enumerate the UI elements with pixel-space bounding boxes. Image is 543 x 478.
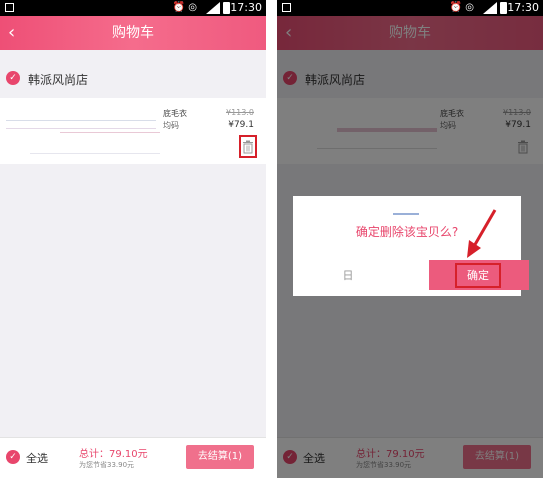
status-icons: ⏰◎ — [172, 2, 200, 13]
checkout-button[interactable]: 去结算(1) — [463, 445, 531, 469]
delete-button[interactable] — [239, 135, 257, 158]
select-all-checkbox[interactable]: ✓ — [6, 450, 20, 464]
savings-text: 为您节省33.90元 — [356, 461, 412, 469]
shop-name: 韩派风尚店 — [28, 73, 89, 87]
select-all-label[interactable]: 全选 — [303, 450, 325, 466]
cart-screen-with-dialog: ⏰◎ 17:30 ‹ 购物车 ✓ 韩派风尚店 底毛衣 均码 ¥113.0 ¥79… — [277, 0, 543, 478]
original-price: ¥113.0 — [503, 108, 531, 117]
clock: 17:30 — [230, 1, 262, 14]
shop-row: ✓ 韩派风尚店 — [0, 62, 266, 94]
item-price: ¥79.1 — [228, 120, 254, 130]
confirm-label: 确定 — [455, 263, 501, 288]
blurred-line — [60, 132, 160, 133]
cancel-button[interactable]: 日 — [293, 262, 403, 290]
blurred-line — [6, 128, 156, 129]
page-title: 购物车 — [112, 25, 154, 41]
trash-icon — [243, 140, 253, 154]
blurred-line — [30, 153, 160, 154]
item-title: 底毛衣 — [163, 109, 187, 118]
cart-item: 底毛衣 均码 ¥113.0 ¥79.1 — [0, 98, 266, 164]
signal-icon — [483, 2, 497, 14]
item-spec: 均码 — [440, 121, 456, 130]
select-all-label[interactable]: 全选 — [26, 450, 48, 466]
page-title: 购物车 — [389, 25, 431, 41]
item-spec: 均码 — [163, 121, 179, 130]
cancel-label: 日 — [342, 269, 354, 282]
blurred-line — [317, 148, 437, 149]
status-bar: ⏰◎ 17:30 — [277, 0, 543, 16]
status-icons: ⏰◎ — [449, 2, 477, 13]
dialog-accent-bar — [393, 213, 419, 215]
checkout-bar: ✓ 全选 总计：79.10元 为您节省33.90元 去结算(1) — [277, 437, 543, 478]
status-bar: ⏰◎ 17:30 — [0, 0, 266, 16]
select-all-checkbox[interactable]: ✓ — [283, 450, 297, 464]
shop-checkbox[interactable]: ✓ — [283, 71, 297, 85]
battery-icon — [223, 2, 230, 14]
blurred-thumbnail — [6, 120, 156, 121]
blurred-line — [337, 128, 437, 132]
original-price: ¥113.0 — [226, 108, 254, 117]
shop-name: 韩派风尚店 — [305, 73, 366, 87]
checkout-bar: ✓ 全选 总计：79.10元 为您节省33.90元 去结算(1) — [0, 437, 266, 478]
notification-icon — [5, 3, 14, 12]
total-amount: 总计：79.10元 — [356, 449, 425, 460]
app-header: ‹ 购物车 — [277, 16, 543, 50]
total-amount: 总计：79.10元 — [79, 449, 148, 460]
trash-icon[interactable] — [517, 140, 529, 154]
pointer-arrow-icon — [467, 209, 497, 258]
cart-screen: ⏰◎ 17:30 ‹ 购物车 ✓ 韩派风尚店 底毛衣 均码 ¥113.0 ¥79… — [0, 0, 266, 478]
item-price: ¥79.1 — [505, 120, 531, 130]
notification-icon — [282, 3, 291, 12]
cart-item: 底毛衣 均码 ¥113.0 ¥79.1 — [277, 98, 543, 164]
clock: 17:30 — [507, 1, 539, 14]
battery-icon — [500, 2, 507, 14]
savings-text: 为您节省33.90元 — [79, 461, 135, 469]
confirm-button[interactable]: 确定 — [429, 260, 529, 290]
divider — [266, 0, 277, 478]
app-header: ‹ 购物车 — [0, 16, 266, 50]
signal-icon — [206, 2, 220, 14]
shop-checkbox[interactable]: ✓ — [6, 71, 20, 85]
shop-row: ✓ 韩派风尚店 — [277, 62, 543, 94]
item-title: 底毛衣 — [440, 109, 464, 118]
checkout-button[interactable]: 去结算(1) — [186, 445, 254, 469]
